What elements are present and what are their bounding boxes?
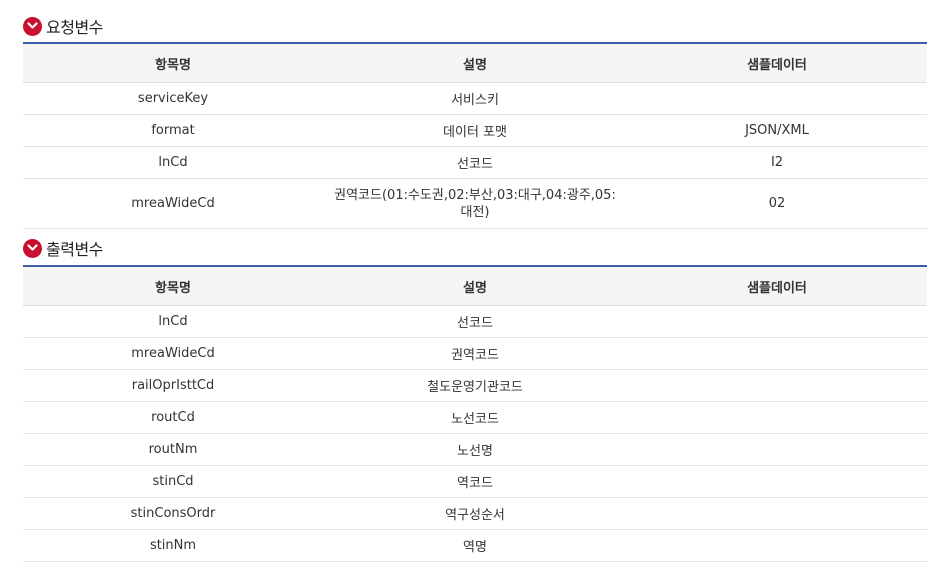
table-row: serviceKey 서비스키	[23, 82, 927, 115]
table-row: routNm 노선명	[23, 433, 927, 466]
table-row: mreaWideCd 권역코드(01:수도권,02:부산,03:대구,04:광주…	[23, 178, 927, 229]
param-description: 데이터 포맷	[323, 114, 627, 147]
field-description: 노선명	[323, 433, 627, 466]
table-row: stinNm 역명	[23, 529, 927, 562]
column-header-sample: 샘플데이터	[627, 43, 927, 83]
field-name: mreaWideCd	[23, 337, 323, 370]
response-section-title: 출력변수	[46, 240, 103, 259]
param-description: 선코드	[323, 146, 627, 179]
field-description: 선코드	[323, 305, 627, 338]
request-section-header[interactable]: 요청변수	[23, 15, 103, 37]
field-description: 역코드	[323, 465, 627, 498]
field-description: 노선코드	[323, 401, 627, 434]
param-sample	[627, 82, 927, 115]
request-section-title: 요청변수	[46, 18, 103, 37]
field-name: lnCd	[23, 305, 323, 338]
column-header-description: 설명	[323, 266, 627, 306]
table-row: lnCd 선코드 I2	[23, 146, 927, 179]
table-header-row: 항목명 설명 샘플데이터	[23, 266, 927, 306]
response-section-header[interactable]: 출력변수	[23, 237, 103, 259]
field-description: 철도운영기관코드	[323, 369, 627, 402]
field-sample	[627, 369, 927, 402]
param-description: 서비스키	[323, 82, 627, 115]
chevron-down-icon[interactable]	[23, 238, 42, 258]
table-header-row: 항목명 설명 샘플데이터	[23, 43, 927, 83]
table-row: format 데이터 포맷 JSON/XML	[23, 114, 927, 147]
field-sample	[627, 497, 927, 530]
field-description: 역구성순서	[323, 497, 627, 530]
param-sample: JSON/XML	[627, 114, 927, 147]
table-row: stinCd 역코드	[23, 465, 927, 498]
column-header-name: 항목명	[23, 43, 323, 83]
response-params-table: 항목명 설명 샘플데이터 lnCd 선코드 mreaWideCd 권역코드 ra…	[23, 265, 927, 562]
chevron-down-icon[interactable]	[23, 16, 42, 36]
param-name: lnCd	[23, 146, 323, 179]
request-params-table: 항목명 설명 샘플데이터 serviceKey 서비스키 format 데이터 …	[23, 42, 927, 229]
table-row: lnCd 선코드	[23, 305, 927, 338]
column-header-description: 설명	[323, 43, 627, 83]
param-description-cell: 권역코드(01:수도권,02:부산,03:대구,04:광주,05:대전)	[323, 178, 627, 229]
field-sample	[627, 401, 927, 434]
table-row: routCd 노선코드	[23, 401, 927, 434]
field-sample	[627, 433, 927, 466]
field-sample	[627, 529, 927, 562]
param-description: 권역코드(01:수도권,02:부산,03:대구,04:광주,05:대전)	[334, 187, 616, 220]
column-header-sample: 샘플데이터	[627, 266, 927, 306]
param-sample: I2	[627, 146, 927, 179]
field-name: stinNm	[23, 529, 323, 562]
field-name: railOprIsttCd	[23, 369, 323, 402]
field-name: routCd	[23, 401, 323, 434]
field-description: 역명	[323, 529, 627, 562]
field-name: stinCd	[23, 465, 323, 498]
column-header-name: 항목명	[23, 266, 323, 306]
field-name: stinConsOrdr	[23, 497, 323, 530]
table-row: railOprIsttCd 철도운영기관코드	[23, 369, 927, 402]
field-sample	[627, 305, 927, 338]
field-description: 권역코드	[323, 337, 627, 370]
table-row: mreaWideCd 권역코드	[23, 337, 927, 370]
param-name: serviceKey	[23, 82, 323, 115]
table-row: stinConsOrdr 역구성순서	[23, 497, 927, 530]
field-sample	[627, 337, 927, 370]
field-name: routNm	[23, 433, 323, 466]
param-name: format	[23, 114, 323, 147]
param-name: mreaWideCd	[23, 178, 323, 229]
field-sample	[627, 465, 927, 498]
param-sample: 02	[627, 178, 927, 229]
